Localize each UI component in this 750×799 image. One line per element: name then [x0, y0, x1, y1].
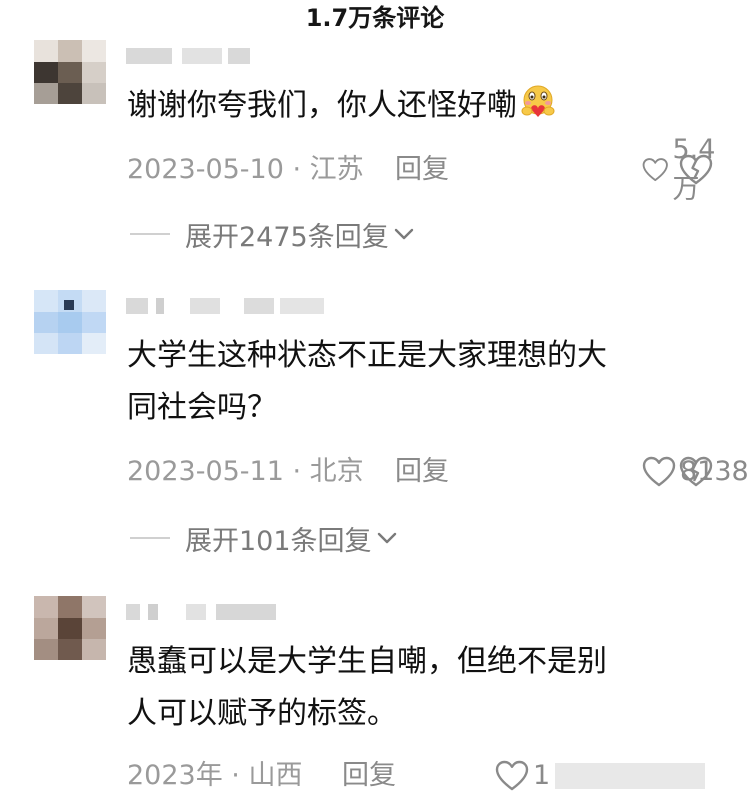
comment-date-location: 2023-05-11 · 北京 [127, 456, 364, 487]
avatar[interactable] [34, 596, 106, 660]
broken-heart-icon [679, 456, 713, 487]
chevron-down-icon [394, 228, 413, 240]
comments-count-title: 1.7万条评论 [305, 4, 445, 32]
username-redacted[interactable] [126, 292, 326, 318]
comment-meta: 2023-05-10 · 江苏 回复 5.4万 [127, 134, 727, 205]
chevron-down-icon [377, 532, 396, 544]
comment-meta: 2023-05-11 · 北京 回复 8138 [127, 452, 749, 492]
avatar[interactable] [34, 290, 106, 354]
avatar[interactable] [34, 40, 106, 104]
expand-replies-label: 展开101条回复 [185, 525, 372, 557]
username-redacted[interactable] [126, 42, 326, 68]
comment-item: 谢谢你夸我们，你人还怪好嘞 2023-05-10 · 江苏 回复 5.4万 展开… [0, 40, 750, 260]
comment-date-location: 2023年 · 山西 [127, 760, 303, 791]
expand-replies-button[interactable]: 展开2475条回复 [130, 214, 530, 254]
like-count: 1 [533, 760, 551, 791]
divider-line [130, 233, 170, 235]
reply-button[interactable]: 回复 [395, 150, 449, 190]
comment-date-location: 2023-05-10 · 江苏 [127, 154, 364, 185]
comment-text-line: 人可以赋予的标签。 [127, 696, 397, 731]
comment-meta: 2023年 · 山西 回复 1 [127, 756, 727, 796]
divider-line [130, 537, 170, 539]
comment-text: 大学生这种状态不正是大家理想的大 同社会吗？ [127, 330, 727, 434]
comment-text-line: 同社会吗？ [127, 390, 277, 425]
like-button[interactable]: 1 [495, 756, 550, 796]
comment-text: 谢谢你夸我们，你人还怪好嘞 [127, 80, 727, 132]
dislike-button[interactable] [679, 456, 713, 488]
username-redacted[interactable] [126, 598, 326, 624]
reply-button[interactable]: 回复 [342, 756, 396, 796]
comment-text: 愚蠢可以是大学生自嘲，但绝不是别 人可以赋予的标签。 [127, 636, 727, 740]
expand-replies-label: 展开2475条回复 [185, 221, 389, 253]
comment-text-line: 愚蠢可以是大学生自嘲，但绝不是别 [127, 644, 607, 679]
watermark-blur [555, 763, 705, 789]
heart-outline-icon [642, 456, 676, 487]
reply-button[interactable]: 回复 [395, 452, 449, 492]
comment-text-line: 谢谢你夸我们，你人还怪好嘞 [127, 88, 517, 123]
comment-item: 大学生这种状态不正是大家理想的大 同社会吗？ 2023-05-11 · 北京 回… [0, 290, 750, 570]
hugging-face-emoji-icon [519, 83, 557, 121]
broken-heart-icon [679, 154, 713, 185]
heart-outline-icon [642, 158, 668, 182]
comment-item: 愚蠢可以是大学生自嘲，但绝不是别 人可以赋予的标签。 2023年 · 山西 回复… [0, 596, 750, 799]
heart-outline-icon [495, 760, 529, 791]
expand-replies-button[interactable]: 展开101条回复 [130, 518, 530, 558]
dislike-button[interactable] [679, 154, 713, 186]
comment-text-line: 大学生这种状态不正是大家理想的大 [127, 338, 607, 373]
